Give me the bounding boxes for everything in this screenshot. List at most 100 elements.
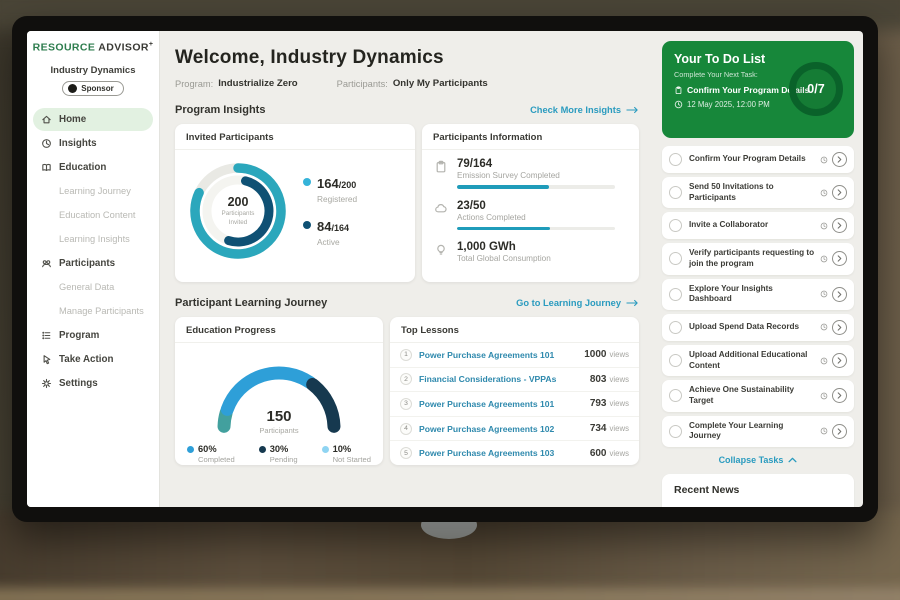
lesson-views-suffix: views — [610, 399, 630, 408]
info-row-actions-completed: 23/50 Actions Completed — [434, 200, 627, 231]
info-label: Total Global Consumption — [457, 254, 627, 263]
check-more-insights-link[interactable]: Check More Insights — [530, 105, 639, 115]
arrow-right-icon — [626, 299, 639, 307]
filter-participants[interactable]: Participants: Only My Participants — [337, 78, 493, 89]
info-row-emission-survey-completed: 79/164 Emission Survey Completed — [434, 158, 627, 189]
sidebar-menu: Home InsightsEducationLearning Journey Edu… — [27, 108, 159, 395]
sidebar-item-participants[interactable]: Participants — [33, 252, 153, 275]
invited-participants-title: Invited Participants — [175, 124, 415, 150]
legend-dot — [259, 446, 266, 453]
legend-value: 164 — [317, 176, 339, 191]
todo-open-button[interactable] — [832, 353, 847, 368]
info-value: 79/164 — [457, 158, 627, 170]
todo-checkbox[interactable] — [669, 354, 682, 367]
info-label: Emission Survey Completed — [457, 171, 627, 180]
dashboard-screen: RESOURCE ADVISOR+ Industry Dynamics Spon… — [27, 31, 863, 507]
sidebar-item-label: Learning Insights — [59, 234, 130, 244]
todo-open-button[interactable] — [832, 251, 847, 266]
lesson-title-link[interactable]: Power Purchase Agreements 103 — [419, 448, 554, 458]
todo-open-button[interactable] — [832, 152, 847, 167]
participants-information-title: Participants Information — [422, 124, 639, 150]
progress-bar — [457, 227, 615, 231]
todo-open-button[interactable] — [832, 388, 847, 403]
sidebar-item-take-action[interactable]: Take Action — [33, 348, 153, 371]
todo-item-label: Upload Additional Educational Content — [689, 350, 817, 371]
progress-bar — [457, 185, 615, 189]
gauge-center: 150 Participants — [204, 408, 354, 435]
info-label: Actions Completed — [457, 213, 627, 222]
sidebar-item-education-content[interactable]: Education Content — [33, 204, 153, 227]
lesson-title-link[interactable]: Power Purchase Agreements 101 — [419, 399, 554, 409]
collapse-tasks-link[interactable]: Collapse Tasks — [662, 455, 854, 465]
sidebar-item-label: Home — [59, 114, 86, 125]
lesson-views: 600 views — [590, 448, 629, 459]
todo-item-label: Confirm Your Program Details — [689, 154, 817, 165]
gauge-legend-item-pending: 30% Pending — [259, 444, 298, 464]
sidebar-item-learning-journey[interactable]: Learning Journey — [33, 180, 153, 203]
lesson-title-link[interactable]: Power Purchase Agreements 101 — [419, 350, 554, 360]
org-name: Industry Dynamics — [27, 65, 159, 76]
sidebar-item-program[interactable]: Program — [33, 324, 153, 347]
todo-checkbox[interactable] — [669, 425, 682, 438]
lesson-views-suffix: views — [610, 375, 630, 384]
sidebar-item-manage-participants[interactable]: Manage Participants — [33, 300, 153, 323]
filter-bar: Program: Industrialize Zero Participants… — [175, 78, 639, 89]
gauge-legend-item-completed: 60% Completed — [187, 444, 235, 464]
legend-pct: 60% — [198, 444, 235, 454]
todo-checkbox[interactable] — [669, 153, 682, 166]
invited-participants-card: Invited Participants 200 Participants In… — [175, 124, 415, 282]
filter-value: Industrialize Zero — [218, 78, 297, 89]
lesson-views-count: 793 — [590, 398, 607, 409]
go-to-learning-journey-label: Go to Learning Journey — [516, 298, 621, 308]
todo-checkbox[interactable] — [669, 321, 682, 334]
program-insights-title: Program Insights — [175, 104, 265, 116]
education-progress-card: Education Progress 150 Participants 60% … — [175, 317, 383, 465]
sidebar-item-learning-insights[interactable]: Learning Insights — [33, 228, 153, 251]
sidebar-item-settings[interactable]: Settings — [33, 372, 153, 395]
sponsor-badge[interactable]: Sponsor — [62, 81, 123, 96]
insights-cards-row: Invited Participants 200 Participants In… — [175, 124, 639, 282]
todo-checkbox[interactable] — [669, 252, 682, 265]
todo-checkbox[interactable] — [669, 389, 682, 402]
sidebar-item-education[interactable]: Education — [33, 156, 153, 179]
legend-dot — [303, 178, 311, 186]
todo-open-button[interactable] — [832, 218, 847, 233]
progress-fill — [457, 185, 549, 189]
lesson-title-link[interactable]: Financial Considerations - VPPAs — [419, 374, 556, 384]
lesson-title-link[interactable]: Power Purchase Agreements 102 — [419, 424, 554, 434]
gauge-legend-item-not-started: 10% Not Started — [322, 444, 371, 464]
insights-icon — [41, 138, 52, 149]
clock-icon — [820, 189, 828, 197]
lesson-views-suffix: views — [610, 350, 630, 359]
sidebar-item-general-data[interactable]: General Data — [33, 276, 153, 299]
recent-news-card: Recent News — [662, 474, 854, 507]
todo-checkbox[interactable] — [669, 219, 682, 232]
todo-open-button[interactable] — [832, 185, 847, 200]
todo-open-button[interactable] — [832, 287, 847, 302]
lesson-views-count: 1000 — [584, 349, 606, 360]
logo-plus: + — [149, 41, 154, 48]
lesson-views-suffix: views — [610, 449, 630, 458]
invited-participants-body: 200 Participants Invited 164/200 Registe… — [175, 150, 415, 264]
todo-item-confirm-your-program-details: Confirm Your Program Details — [662, 146, 854, 173]
clock-icon — [674, 100, 683, 109]
sidebar-item-home[interactable]: Home — [33, 108, 153, 131]
todo-open-button[interactable] — [832, 320, 847, 335]
recent-news-title: Recent News — [674, 484, 842, 496]
todo-datetime-label: 12 May 2025, 12:00 PM — [687, 100, 770, 109]
clock-icon — [820, 357, 828, 365]
sidebar-item-label: Education Content — [59, 210, 136, 220]
app-logo: RESOURCE ADVISOR+ — [27, 31, 159, 54]
filter-value: Only My Participants — [393, 78, 488, 89]
go-to-learning-journey-link[interactable]: Go to Learning Journey — [516, 298, 639, 308]
todo-checkbox[interactable] — [669, 186, 682, 199]
todo-checkbox[interactable] — [669, 288, 682, 301]
clipboard-icon — [674, 86, 683, 95]
todo-panel: Your To Do List Complete Your Next Task:… — [652, 31, 863, 507]
filter-program[interactable]: Program: Industrialize Zero — [175, 78, 303, 89]
todo-open-button[interactable] — [832, 424, 847, 439]
clipboard-icon — [434, 158, 449, 189]
todo-item-label: Achieve One Sustainability Target — [689, 385, 817, 406]
legend-label: Not Started — [333, 455, 371, 464]
sidebar-item-insights[interactable]: Insights — [33, 132, 153, 155]
